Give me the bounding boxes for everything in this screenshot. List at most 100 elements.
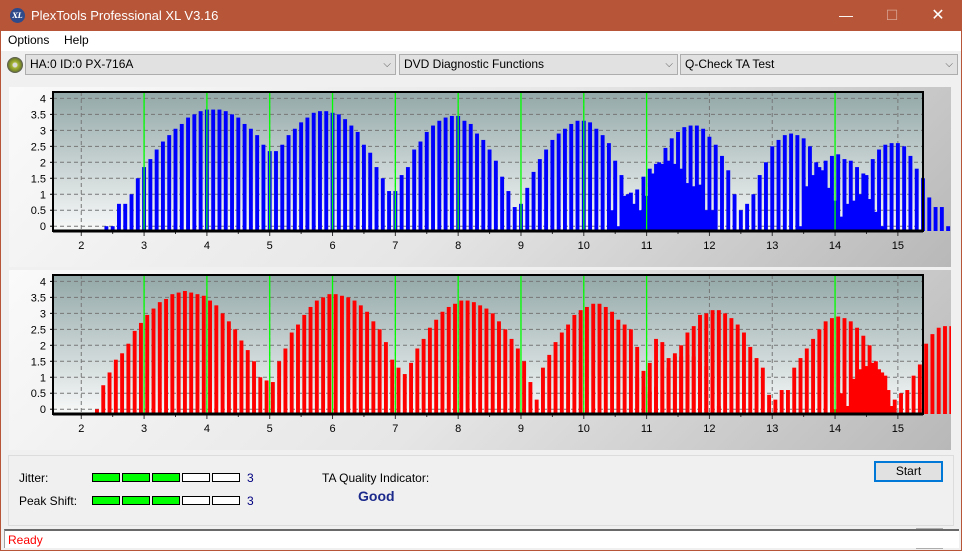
bar: [647, 168, 652, 231]
x-tick-label: 13: [766, 423, 778, 435]
bar: [851, 378, 856, 414]
bar: [509, 338, 514, 414]
bar: [870, 362, 875, 414]
title-bar: XL PlexTools Professional XL V3.16 — ☐ ✕: [0, 0, 962, 31]
function-select[interactable]: DVD Diagnostic Functions ⌵: [399, 54, 678, 75]
start-button[interactable]: Start: [874, 461, 943, 482]
bar: [726, 170, 731, 231]
jitter-meter-segment: [152, 473, 180, 482]
bar: [239, 340, 244, 414]
peak-shift-chart-panel: 0 0.5 1 1.5 2 2.5 3 3.5 4 2 3 4 5 6 7 8 9 10 11 12 13 14 15: [9, 270, 951, 450]
bar: [616, 319, 621, 414]
bar: [949, 326, 951, 414]
x-tick-label: 11: [641, 240, 652, 252]
bar: [189, 292, 194, 414]
bar: [390, 359, 395, 414]
peak-shift-meter-segment: [212, 496, 240, 505]
bar: [537, 159, 542, 231]
bar: [500, 176, 505, 231]
menu-options[interactable]: Options: [8, 33, 49, 47]
bar: [720, 155, 724, 231]
bar: [201, 295, 206, 414]
bar: [855, 167, 859, 231]
bar: [628, 329, 633, 414]
bar: [132, 330, 137, 414]
test-select[interactable]: Q-Check TA Test ⌵: [680, 54, 958, 75]
bar: [547, 354, 552, 414]
bar: [107, 372, 112, 414]
jitter-meter-segment: [182, 473, 210, 482]
x-tick-label: 7: [392, 423, 398, 435]
bar: [236, 117, 241, 231]
bar: [343, 119, 348, 231]
bar: [789, 133, 794, 231]
bar: [817, 167, 822, 231]
bar: [248, 128, 253, 231]
bar: [563, 128, 567, 231]
bar: [924, 343, 929, 414]
test-select-value: Q-Check TA Test: [685, 57, 775, 71]
maximize-button[interactable]: ☐: [869, 0, 915, 31]
bar: [481, 139, 486, 231]
bar: [704, 366, 709, 414]
bar: [176, 292, 181, 414]
bar: [939, 207, 944, 231]
y-tick-label: 3: [40, 125, 46, 137]
bar: [704, 210, 709, 231]
bar: [534, 399, 539, 414]
x-tick-label: 15: [892, 423, 904, 435]
bar: [292, 128, 297, 231]
bar: [798, 358, 803, 414]
y-tick-label: 3: [40, 308, 46, 320]
bar: [280, 144, 285, 231]
y-tick-label: 4: [40, 93, 46, 105]
bar: [305, 117, 310, 231]
bar: [610, 311, 615, 414]
drive-select[interactable]: HA:0 ID:0 PX-716A ⌵: [25, 54, 396, 75]
bar: [471, 302, 476, 414]
peak-shift-label: Peak Shift:: [19, 494, 78, 508]
drive-select-value: HA:0 ID:0 PX-716A: [30, 57, 134, 71]
x-tick-label: 4: [204, 240, 210, 252]
jitter-value: 3: [247, 471, 254, 485]
bar: [698, 361, 702, 414]
bar: [383, 342, 388, 414]
bar: [490, 313, 495, 414]
menu-help[interactable]: Help: [64, 33, 89, 47]
bar: [679, 356, 684, 414]
bar: [195, 294, 200, 414]
bar: [371, 321, 376, 414]
bar: [179, 123, 184, 231]
bar: [823, 160, 828, 231]
bar: [374, 167, 379, 231]
bar: [572, 314, 577, 414]
bar: [217, 109, 222, 231]
x-tick-label: 12: [703, 423, 715, 435]
bar: [911, 375, 916, 414]
y-tick-label: 0.5: [31, 205, 46, 217]
bar: [336, 114, 341, 231]
bar: [823, 321, 828, 414]
jitter-meter-segment: [212, 473, 240, 482]
bar: [258, 377, 263, 414]
bar: [506, 191, 511, 231]
x-tick-label: 6: [329, 240, 335, 252]
bar: [387, 191, 392, 231]
bar: [333, 294, 338, 414]
bar: [917, 364, 922, 414]
bar: [318, 111, 322, 231]
bar: [512, 207, 517, 231]
close-button[interactable]: ✕: [915, 0, 961, 31]
bar: [192, 114, 197, 231]
bar: [748, 346, 753, 414]
bar: [685, 183, 690, 231]
bar: [167, 135, 172, 231]
bar: [566, 324, 571, 414]
bar: [635, 189, 640, 231]
bar: [117, 203, 121, 231]
bar: [691, 356, 696, 414]
minimize-button[interactable]: —: [823, 0, 869, 31]
x-tick-label: 13: [766, 240, 778, 252]
x-tick-label: 10: [578, 423, 590, 435]
y-tick-label: 2: [40, 340, 46, 352]
